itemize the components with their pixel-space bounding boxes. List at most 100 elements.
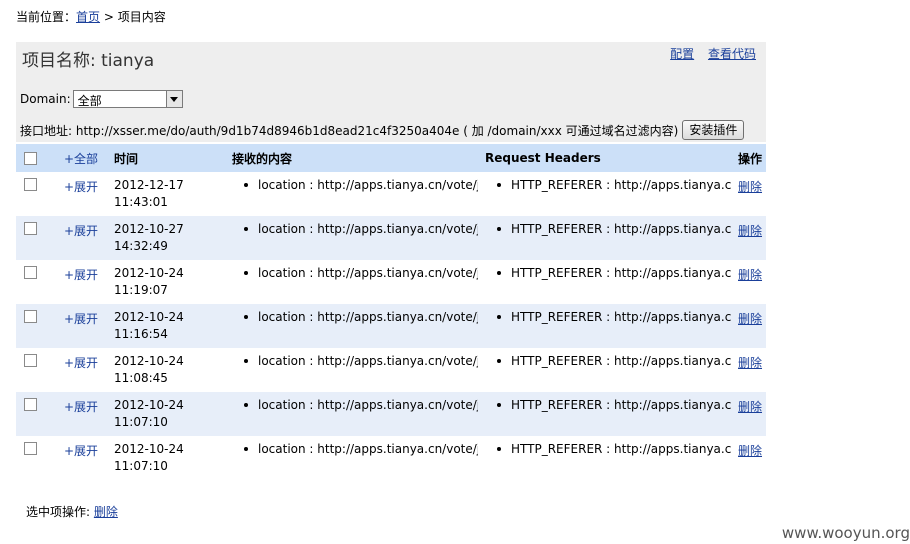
row-delete-link[interactable]: 删除 — [738, 180, 762, 194]
row-header: HTTP_REFERER : http://apps.tianya.cn/ — [511, 354, 731, 368]
expand-link[interactable]: +展开 — [64, 400, 98, 414]
row-delete-link[interactable]: 删除 — [738, 312, 762, 326]
row-date: 2012-10-24 — [114, 442, 184, 456]
row-header: HTTP_REFERER : http://apps.tianya.cn/ — [511, 266, 731, 280]
table-header-row: +全部 时间 接收的内容 Request Headers 操作 — [16, 144, 766, 172]
install-plugin-button[interactable]: 安装插件 — [682, 120, 745, 140]
table-row: +展开 2012-12-17 11:43:01 location : http://a… — [16, 172, 766, 216]
row-date: 2012-10-24 — [114, 398, 184, 412]
expand-all-link[interactable]: +全部 — [64, 152, 98, 166]
row-date: 2012-10-24 — [114, 266, 184, 280]
project-links: 配置 查看代码 — [660, 45, 756, 62]
bullet-icon — [244, 315, 248, 319]
expand-link[interactable]: +展开 — [64, 312, 98, 326]
row-time: 11:07:10 — [114, 415, 168, 429]
row-delete-link[interactable]: 删除 — [738, 268, 762, 282]
watermark: www.wooyun.org — [781, 524, 910, 542]
header-time: 时间 — [114, 151, 139, 166]
row-checkbox[interactable] — [24, 310, 37, 323]
bullet-icon — [497, 183, 501, 187]
domain-label: Domain: — [20, 92, 71, 106]
table-row: +展开 2012-10-24 11:08:45 location : http://a… — [16, 348, 766, 392]
bullet-icon — [244, 359, 248, 363]
bullet-icon — [244, 271, 248, 275]
row-header: HTTP_REFERER : http://apps.tianya.cn/ — [511, 178, 731, 192]
project-title: 项目名称: tianya — [22, 51, 155, 71]
bulk-operations: 选中项操作: 删除 — [26, 503, 118, 520]
bullet-icon — [497, 403, 501, 407]
config-link[interactable]: 配置 — [670, 47, 694, 61]
expand-link[interactable]: +展开 — [64, 356, 98, 370]
breadcrumb: 当前位置：首页 > 项目内容 — [16, 8, 166, 25]
row-delete-link[interactable]: 删除 — [738, 444, 762, 458]
row-checkbox[interactable] — [24, 442, 37, 455]
breadcrumb-separator: > — [100, 10, 118, 24]
select-all-checkbox[interactable] — [24, 152, 37, 165]
expand-link[interactable]: +展开 — [64, 180, 98, 194]
bulk-operations-label: 选中项操作: — [26, 505, 91, 519]
view-code-link[interactable]: 查看代码 — [708, 47, 756, 61]
header-ops: 操作 — [738, 151, 763, 166]
row-time: 11:07:10 — [114, 459, 168, 473]
bullet-icon — [244, 403, 248, 407]
header-request-headers: Request Headers — [485, 151, 601, 165]
bullet-icon — [497, 271, 501, 275]
domain-select[interactable]: 全部 — [72, 90, 183, 108]
breadcrumb-prefix: 当前位置： — [16, 10, 77, 24]
api-address-text: 接口地址: http://xsser.me/do/auth/9d1b74d894… — [20, 123, 679, 138]
expand-link[interactable]: +展开 — [64, 444, 98, 458]
row-checkbox[interactable] — [24, 266, 37, 279]
header-content: 接收的内容 — [232, 151, 293, 166]
row-content: location : http://apps.tianya.cn/vote/jo… — [258, 310, 478, 324]
bullet-icon — [244, 227, 248, 231]
chevron-down-icon[interactable] — [165, 91, 182, 107]
records-table: +全部 时间 接收的内容 Request Headers 操作 +展开 2012-… — [16, 144, 766, 480]
table-row: +展开 2012-10-24 11:16:54 location : http://a… — [16, 304, 766, 348]
table-row: +展开 2012-10-24 11:07:10 location : http://a… — [16, 436, 766, 480]
row-checkbox[interactable] — [24, 354, 37, 367]
domain-select-value: 全部 — [77, 94, 102, 108]
row-delete-link[interactable]: 删除 — [738, 356, 762, 370]
bulk-delete-link[interactable]: 删除 — [94, 505, 118, 519]
bullet-icon — [497, 447, 501, 451]
row-time: 11:43:01 — [114, 195, 168, 209]
breadcrumb-home-link[interactable]: 首页 — [76, 10, 100, 24]
row-header: HTTP_REFERER : http://apps.tianya.cn/ — [511, 398, 731, 412]
row-content: location : http://apps.tianya.cn/vote/jo… — [258, 266, 478, 280]
row-header: HTTP_REFERER : http://apps.tianya.cn/ — [511, 442, 731, 456]
row-delete-link[interactable]: 删除 — [738, 224, 762, 238]
row-checkbox[interactable] — [24, 398, 37, 411]
row-date: 2012-12-17 — [114, 178, 184, 192]
row-time: 11:08:45 — [114, 371, 168, 385]
row-date: 2012-10-24 — [114, 310, 184, 324]
row-date: 2012-10-24 — [114, 354, 184, 368]
table-row: +展开 2012-10-24 11:07:10 location : http://a… — [16, 392, 766, 436]
row-content: location : http://apps.tianya.cn/vote/jo… — [258, 398, 478, 412]
row-content: location : http://apps.tianya.cn/vote/jo… — [258, 354, 478, 368]
bullet-icon — [244, 447, 248, 451]
row-delete-link[interactable]: 删除 — [738, 400, 762, 414]
row-checkbox[interactable] — [24, 178, 37, 191]
bullet-icon — [497, 227, 501, 231]
row-content: location : http://apps.tianya.cn/vote/jo… — [258, 442, 478, 456]
bullet-icon — [244, 183, 248, 187]
domain-filter: Domain: 全部 — [20, 90, 183, 108]
expand-link[interactable]: +展开 — [64, 224, 98, 238]
row-header: HTTP_REFERER : http://apps.tianya.cn/ — [511, 222, 731, 236]
table-row: +展开 2012-10-27 14:32:49 location : http://a… — [16, 216, 766, 260]
row-header: HTTP_REFERER : http://apps.tianya.cn/ — [511, 310, 731, 324]
bullet-icon — [497, 359, 501, 363]
table-row: +展开 2012-10-24 11:19:07 location : http://a… — [16, 260, 766, 304]
row-date: 2012-10-27 — [114, 222, 184, 236]
row-content: location : http://apps.tianya.cn/vote/jo… — [258, 178, 478, 192]
expand-link[interactable]: +展开 — [64, 268, 98, 282]
bullet-icon — [497, 315, 501, 319]
project-panel: 项目名称: tianya 配置 查看代码 Domain: 全部 接口地址: ht… — [16, 42, 766, 142]
row-checkbox[interactable] — [24, 222, 37, 235]
row-content: location : http://apps.tianya.cn/vote/jo… — [258, 222, 478, 236]
row-time: 11:16:54 — [114, 327, 168, 341]
breadcrumb-current: 项目内容 — [117, 10, 166, 24]
row-time: 14:32:49 — [114, 239, 168, 253]
row-time: 11:19:07 — [114, 283, 168, 297]
api-address-row: 接口地址: http://xsser.me/do/auth/9d1b74d894… — [20, 120, 745, 140]
